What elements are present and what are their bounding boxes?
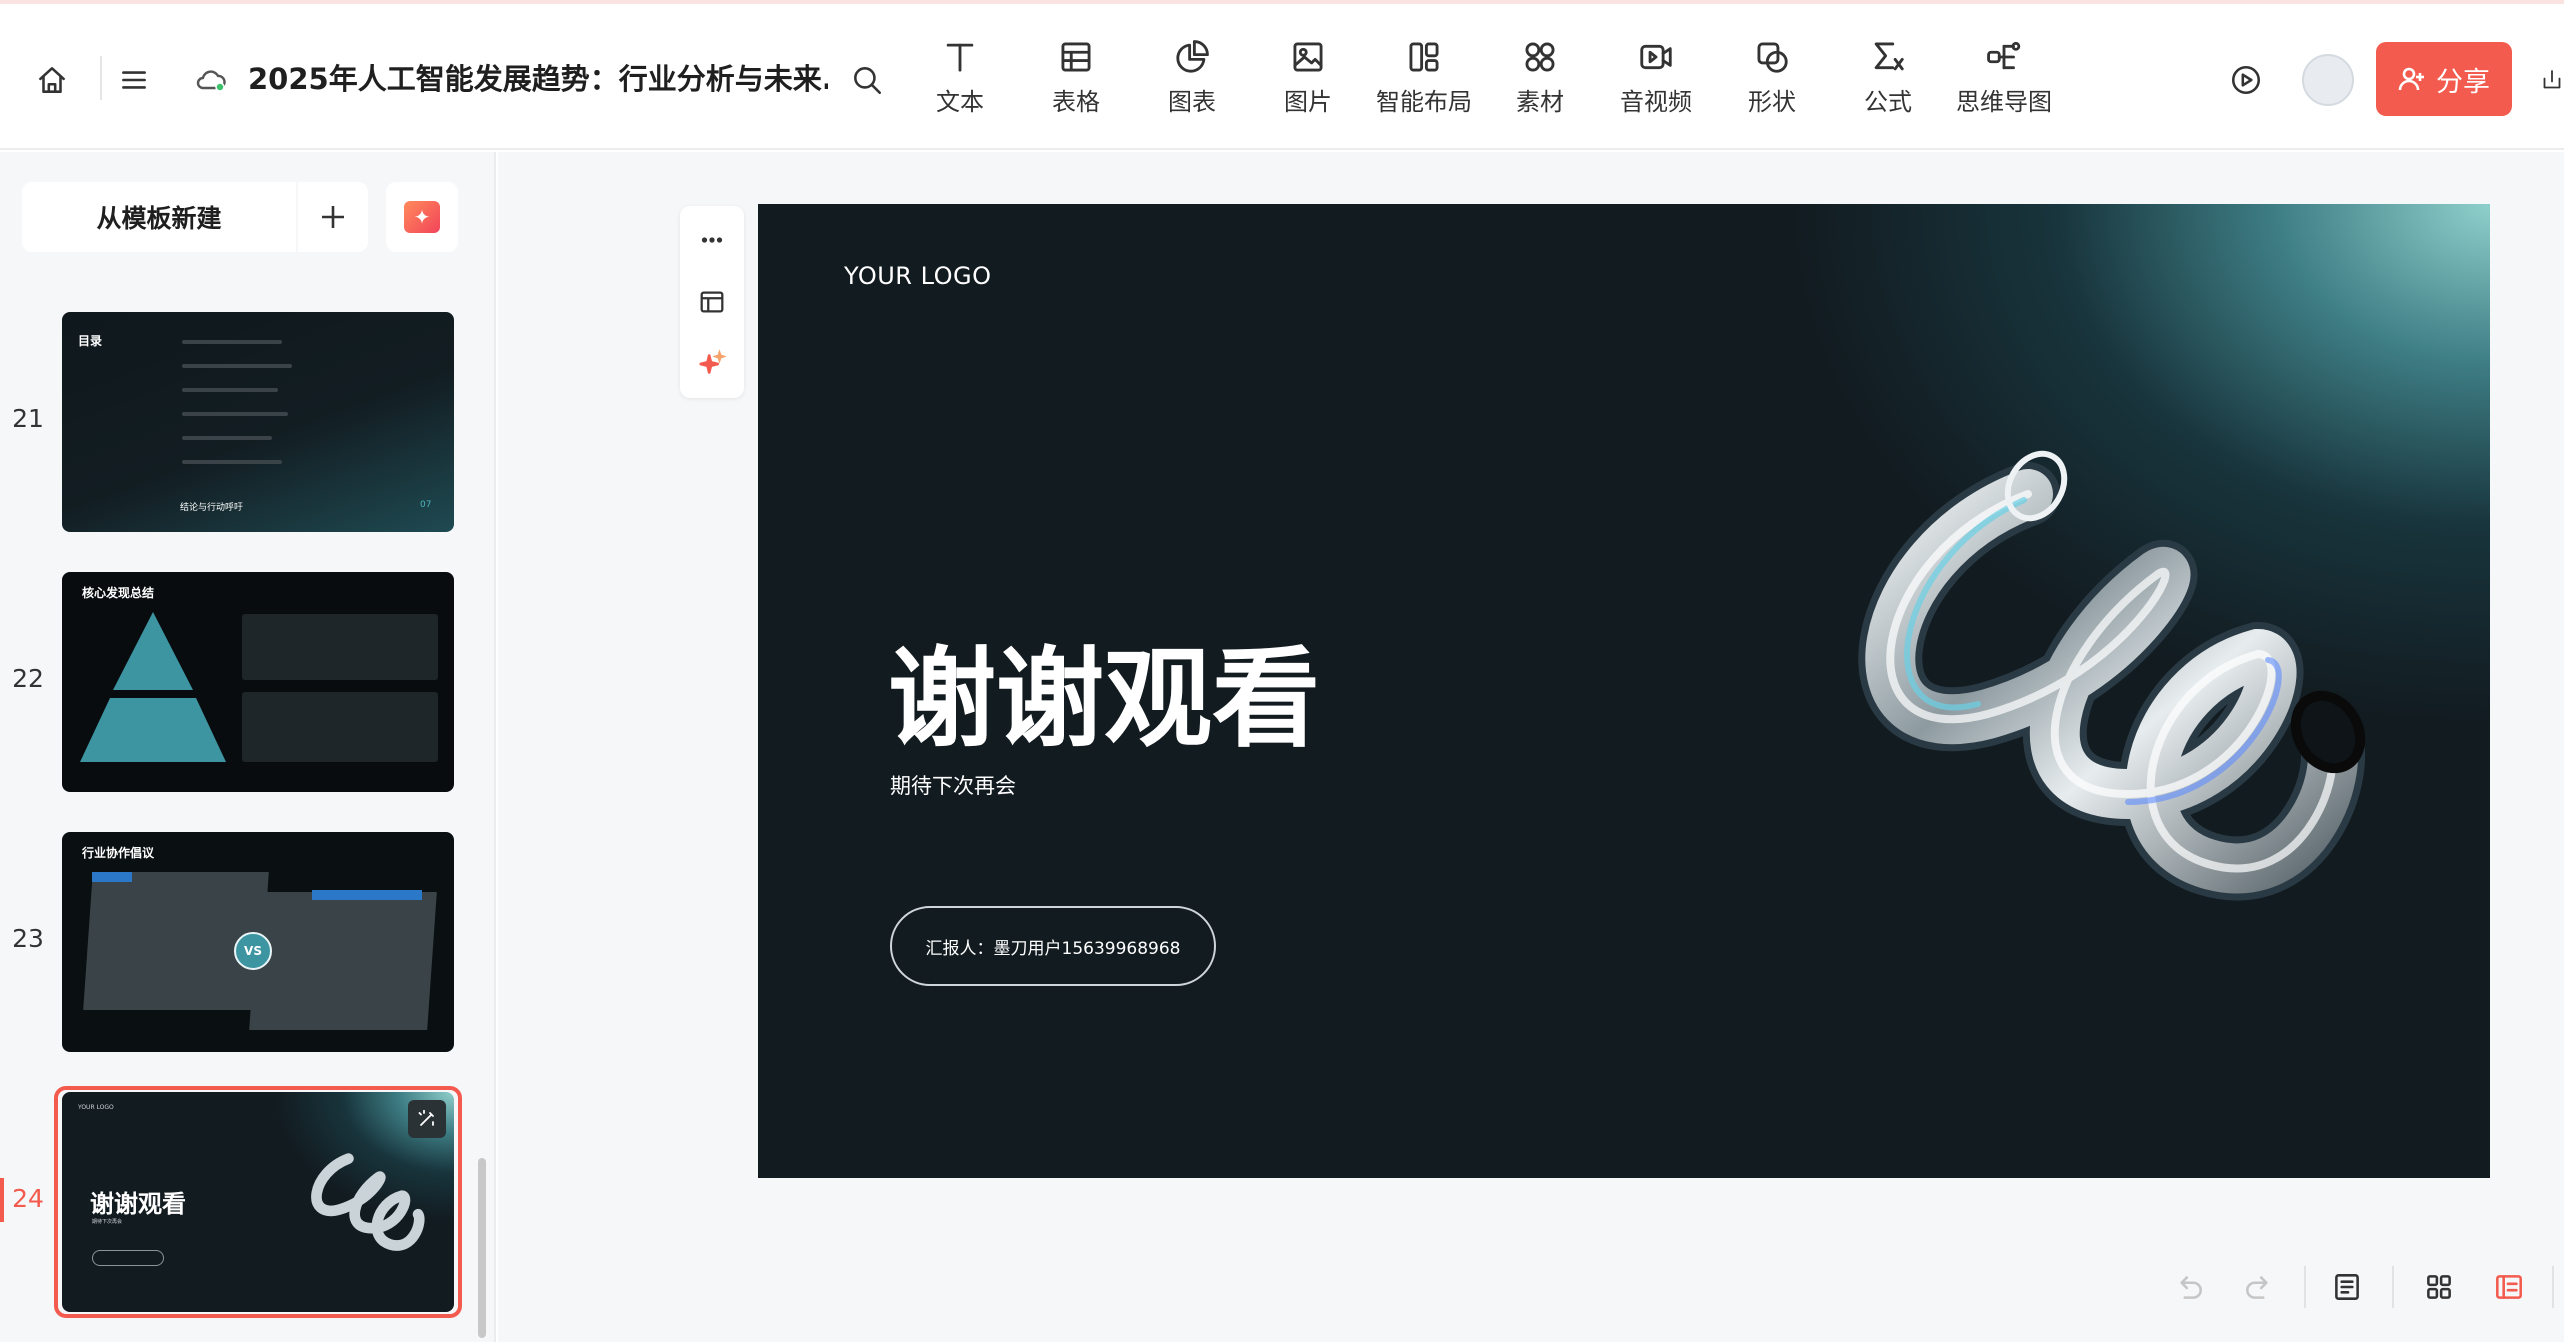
smart-layout-icon: [1409, 42, 1439, 72]
slide-subtitle[interactable]: 期待下次再会: [890, 770, 1016, 800]
media-icon: [1640, 44, 1672, 70]
ai-sparkle-icon[interactable]: [680, 334, 744, 394]
tool-table[interactable]: 表格: [1021, 38, 1131, 122]
layout-icon[interactable]: [680, 272, 744, 332]
tool-label: 形状: [1748, 88, 1796, 116]
tool-label: 文本: [936, 88, 984, 116]
tool-label: 智能布局: [1376, 88, 1472, 116]
thumb-title: 行业协作倡议: [82, 846, 155, 860]
slide-floating-toolbar: [680, 206, 744, 398]
toolbar-divider: [2304, 1266, 2306, 1308]
table-icon: [1061, 42, 1091, 72]
thumb-page: 07: [420, 500, 432, 510]
pyramid-graphic: [80, 612, 226, 762]
home-icon[interactable]: [30, 58, 74, 102]
add-slide-button[interactable]: [298, 182, 368, 252]
thumb-tag-right: [312, 890, 422, 900]
reporter-pill[interactable]: 汇报人：墨刀用户15639968968: [890, 906, 1216, 986]
thumb-text-line: [182, 412, 288, 416]
slide-number: 21: [12, 404, 44, 433]
grid-view-icon[interactable]: [2414, 1262, 2464, 1312]
slide-thumbnail-22[interactable]: 核心发现总结: [62, 572, 454, 792]
share-button[interactable]: 分享: [2376, 42, 2512, 116]
thumb-subtitle: 期待下次再会: [92, 1219, 123, 1225]
thumb-spring-graphic: [311, 1153, 425, 1251]
tool-label: 图表: [1168, 88, 1216, 116]
share-label: 分享: [2436, 66, 2490, 98]
menu-icon[interactable]: [112, 58, 156, 102]
slide-number: 23: [12, 924, 44, 953]
slide-number: 24: [12, 1184, 44, 1213]
top-toolbar: 2025年人工智能发展趋势：行业分析与未来... 文本 表格 图表 图片 智能布…: [0, 4, 2564, 150]
editor-view-icon[interactable]: [2484, 1262, 2534, 1312]
tool-text[interactable]: 文本: [905, 38, 1015, 122]
undo-icon[interactable]: [2164, 1262, 2214, 1312]
redo-icon[interactable]: [2234, 1262, 2284, 1312]
tool-label: 图片: [1284, 88, 1332, 116]
text-icon: [946, 43, 974, 72]
formula-icon: [1874, 42, 1904, 71]
slide-logo-text[interactable]: YOUR LOGO: [844, 262, 992, 290]
slide-thumbnail-21[interactable]: 目录 结论与行动呼吁 07: [62, 312, 454, 532]
play-icon[interactable]: [2222, 56, 2270, 104]
chart-icon: [1176, 40, 1209, 73]
tool-shape[interactable]: 形状: [1717, 38, 1827, 122]
vs-badge: VS: [234, 932, 272, 970]
ai-generate-button[interactable]: ✦: [386, 182, 458, 252]
tool-smart-layout[interactable]: 智能布局: [1369, 38, 1479, 122]
tool-mindmap[interactable]: 思维导图: [1949, 38, 2059, 122]
tool-label: 音视频: [1620, 88, 1692, 116]
shape-icon: [1757, 42, 1788, 73]
thumb-logo: YOUR LOGO: [78, 1104, 114, 1111]
thumb-card: [242, 614, 438, 680]
magic-brush-icon[interactable]: [408, 1100, 446, 1138]
thumb-card-right: [249, 892, 437, 1030]
tool-image[interactable]: 图片: [1253, 38, 1363, 122]
tool-label: 公式: [1864, 88, 1912, 116]
new-from-template-button[interactable]: 从模板新建: [22, 182, 296, 252]
more-options-icon[interactable]: [680, 210, 744, 270]
thumb-text-line: [182, 460, 282, 464]
thumb-title: 谢谢观看: [90, 1190, 186, 1218]
thumb-title: 目录: [78, 334, 103, 348]
search-icon[interactable]: [845, 58, 889, 102]
user-avatar[interactable]: [2302, 54, 2354, 106]
tool-chart[interactable]: 图表: [1137, 38, 1247, 122]
thumb-title: 核心发现总结: [82, 586, 155, 600]
thumb-tag-left: [92, 872, 132, 882]
notes-icon[interactable]: [2322, 1262, 2372, 1312]
add-user-icon: [2398, 67, 2424, 91]
tool-formula[interactable]: 公式: [1833, 38, 1943, 122]
thumb-text-line: [182, 436, 272, 440]
toolbar-divider: [2392, 1266, 2394, 1308]
glass-spring-graphic[interactable]: [1828, 434, 2388, 954]
cloud-saved-icon[interactable]: [188, 58, 234, 102]
image-icon: [1293, 42, 1323, 72]
export-icon[interactable]: [2540, 56, 2564, 104]
slide-thumbnail-23[interactable]: 行业协作倡议 VS: [62, 832, 454, 1052]
slide-canvas[interactable]: YOUR LOGO 谢谢观看 期待下次再会 汇报人：墨刀用户1563996896…: [758, 204, 2490, 1178]
mindmap-icon: [1987, 41, 2021, 70]
plus-icon: [322, 206, 344, 228]
tool-media[interactable]: 音视频: [1601, 38, 1711, 122]
assets-icon: [1525, 42, 1555, 72]
thumb-footer: 结论与行动呼吁: [180, 503, 244, 513]
document-title[interactable]: 2025年人工智能发展趋势：行业分析与未来...: [248, 56, 828, 102]
toolbar-divider: [100, 56, 102, 100]
thumb-card: [242, 692, 438, 762]
tool-assets[interactable]: 素材: [1485, 38, 1595, 122]
tool-label: 表格: [1052, 88, 1100, 116]
thumb-text-line: [182, 388, 278, 392]
thumb-text-line: [182, 364, 292, 368]
slide-thumbnail-24[interactable]: YOUR LOGO 谢谢观看 期待下次再会: [62, 1092, 454, 1312]
tool-label: 思维导图: [1956, 88, 2052, 116]
toolbar-divider: [2552, 1266, 2554, 1308]
slide-number: 22: [12, 664, 44, 693]
thumb-reporter-pill: [92, 1250, 164, 1266]
tool-label: 素材: [1516, 88, 1564, 116]
slide-list-scrollbar[interactable]: [478, 1158, 486, 1338]
ai-sparkle-icon: ✦: [404, 201, 440, 233]
slide-title[interactable]: 谢谢观看: [888, 612, 1320, 768]
thumb-text-line: [182, 340, 282, 344]
